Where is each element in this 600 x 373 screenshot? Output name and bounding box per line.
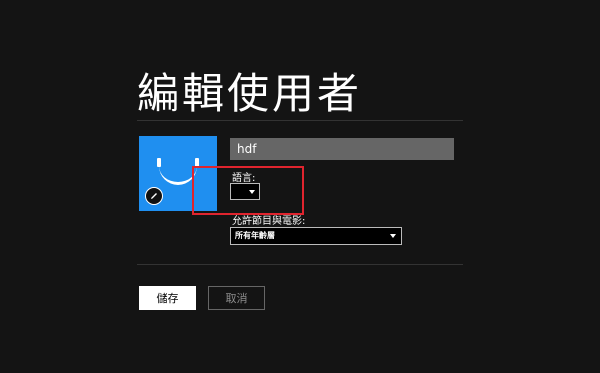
chevron-down-icon <box>390 234 396 238</box>
page-title: 編輯使用者 <box>137 69 363 118</box>
highlight-box <box>192 166 304 215</box>
bottom-divider <box>137 264 463 265</box>
top-divider <box>137 120 463 121</box>
cancel-button[interactable]: 取消 <box>208 286 265 310</box>
edit-avatar-button[interactable] <box>145 187 163 205</box>
maturity-select[interactable]: 所有年齡層 <box>230 227 402 245</box>
pencil-icon <box>151 193 157 199</box>
maturity-label: 允許節目與電影: <box>232 216 306 227</box>
profile-name-input[interactable] <box>230 138 454 160</box>
save-button[interactable]: 儲存 <box>139 286 196 310</box>
maturity-selected-value: 所有年齡層 <box>235 231 275 240</box>
